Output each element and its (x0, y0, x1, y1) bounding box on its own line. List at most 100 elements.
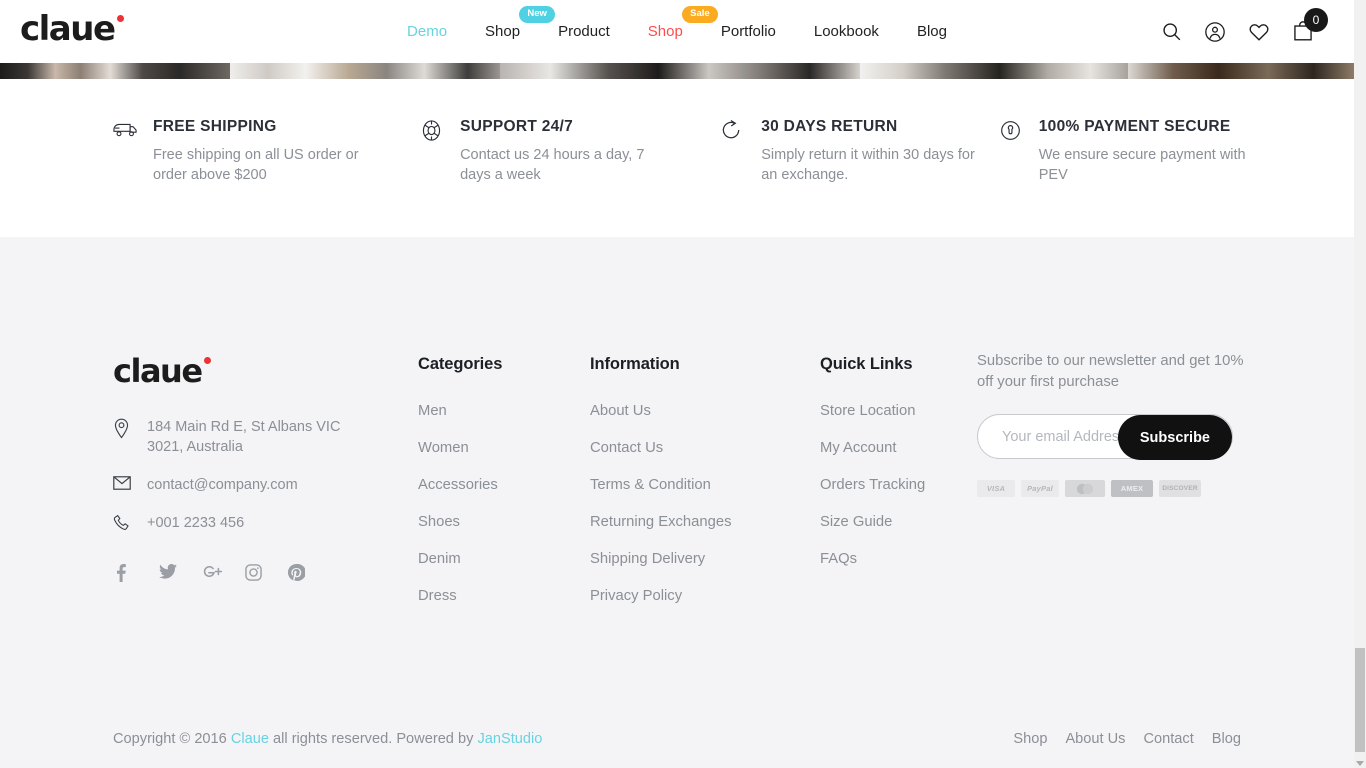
account-icon[interactable] (1202, 19, 1228, 45)
nav-item-lookbook[interactable]: Lookbook (795, 0, 898, 63)
footer-column-title: Quick Links (820, 355, 913, 373)
scrollbar-thumb[interactable] (1355, 648, 1365, 752)
amex-icon: AMEX (1111, 480, 1153, 497)
nav-label: Portfolio (720, 23, 776, 40)
copyright-author-link[interactable]: JanStudio (477, 731, 542, 747)
bottom-link-about-us[interactable]: About Us (1065, 731, 1125, 747)
feature-title: 30 DAYS RETURN (761, 118, 898, 135)
footer-link-denim[interactable]: Denim (418, 551, 502, 567)
nav-item-blog[interactable]: Blog (898, 0, 966, 63)
nav-item-demo[interactable]: Demo (388, 0, 466, 63)
footer-link-privacy-policy[interactable]: Privacy Policy (590, 588, 731, 604)
footer-top: claue 184 Main Rd E, St Albans VIC 3021,… (0, 237, 1354, 604)
feature-support: SUPPORT 24/7 Contact us 24 hours a day, … (420, 100, 721, 237)
main-navigation: Demo Shop New Product Shop Sale Portfoli… (0, 0, 1354, 63)
feature-text-block: 30 DAYS RETURN Simply return it within 3… (761, 100, 976, 185)
footer-bottom-bar: Copyright © 2016 Claue all rights reserv… (0, 710, 1354, 768)
shipping-truck-icon (113, 119, 139, 144)
footer-link-about-us[interactable]: About Us (590, 403, 731, 419)
mastercard-circles (1076, 483, 1094, 494)
footer-link-dress[interactable]: Dress (418, 588, 502, 604)
nav-item-shop-new[interactable]: Shop New (466, 0, 555, 63)
nav-label: Shop (647, 23, 683, 40)
bottom-link-contact[interactable]: Contact (1143, 731, 1193, 747)
footer-logo-text: claue (113, 352, 203, 390)
feature-text-block: FREE SHIPPING Free shipping on all US or… (153, 100, 368, 185)
contact-address: 184 Main Rd E, St Albans VIC 3021, Austr… (113, 417, 393, 457)
footer-link-terms[interactable]: Terms & Condition (590, 477, 731, 493)
nav-label: Lookbook (813, 23, 879, 40)
phone-text: +001 2233 456 (147, 515, 245, 531)
feature-description: Simply return it within 30 days for an e… (761, 147, 975, 183)
feature-description: Contact us 24 hours a day, 7 days a week (460, 147, 645, 183)
nav-item-product[interactable]: Product (539, 0, 629, 63)
bottom-link-blog[interactable]: Blog (1212, 731, 1241, 747)
visa-icon: VISA (977, 480, 1015, 497)
footer-logo[interactable]: claue (113, 355, 393, 387)
nav-label: Demo (407, 23, 448, 40)
footer-link-shoes[interactable]: Shoes (418, 514, 502, 530)
newsletter-email-input[interactable] (978, 428, 1128, 445)
address-text: 184 Main Rd E, St Albans VIC 3021, Austr… (147, 419, 341, 455)
newsletter-description: Subscribe to our newsletter and get 10% … (977, 353, 1244, 390)
footer-link-faqs[interactable]: FAQs (820, 551, 925, 567)
subscribe-button[interactable]: Subscribe (1117, 415, 1232, 460)
location-pin-icon (113, 418, 135, 444)
footer-link-contact-us[interactable]: Contact Us (590, 440, 731, 456)
pinterest-icon[interactable] (287, 563, 306, 582)
social-links (113, 563, 393, 582)
twitter-icon[interactable] (159, 564, 177, 582)
footer-brand-column: claue 184 Main Rd E, St Albans VIC 3021,… (113, 355, 393, 582)
footer-link-size-guide[interactable]: Size Guide (820, 514, 925, 530)
footer-column-information: Information About Us Contact Us Terms & … (590, 355, 731, 625)
wishlist-icon[interactable] (1246, 19, 1272, 45)
contact-email[interactable]: contact@company.com (113, 475, 393, 495)
instagram-icon[interactable] (245, 564, 262, 582)
search-icon[interactable] (1158, 19, 1184, 45)
envelope-icon (113, 476, 135, 495)
footer-link-accessories[interactable]: Accessories (418, 477, 502, 493)
footer-link-men[interactable]: Men (418, 403, 502, 419)
newsletter-section: Subscribe to our newsletter and get 10% … (977, 351, 1247, 497)
service-features: FREE SHIPPING Free shipping on all US or… (0, 100, 1354, 237)
feature-text-block: SUPPORT 24/7 Contact us 24 hours a day, … (460, 100, 675, 185)
facebook-icon[interactable] (116, 564, 133, 582)
nav-label: Blog (916, 23, 947, 40)
header-icon-group: 0 (1158, 0, 1328, 63)
site-header: claue Demo Shop New Product Shop Sale Po… (0, 0, 1354, 63)
feature-free-shipping: FREE SHIPPING Free shipping on all US or… (113, 100, 420, 237)
feature-title: SUPPORT 24/7 (460, 118, 574, 135)
footer-column-title: Information (590, 355, 680, 373)
google-plus-icon[interactable] (202, 564, 223, 582)
contact-phone[interactable]: +001 2233 456 (113, 513, 393, 537)
footer-link-shipping-delivery[interactable]: Shipping Delivery (590, 551, 731, 567)
copyright-brand-link[interactable]: Claue (231, 731, 269, 747)
footer-bottom-links: Shop About Us Contact Blog (1013, 731, 1241, 747)
page-scrollbar[interactable] (1354, 0, 1366, 768)
footer-link-store-location[interactable]: Store Location (820, 403, 925, 419)
cart-count-badge: 0 (1304, 7, 1328, 32)
payment-lock-icon (999, 119, 1025, 147)
footer-logo-dot (203, 357, 211, 364)
feature-text-block: 100% PAYMENT SECURE We ensure secure pay… (1039, 100, 1254, 185)
footer-link-returning-exchanges[interactable]: Returning Exchanges (590, 514, 731, 530)
nav-item-portfolio[interactable]: Portfolio (702, 0, 795, 63)
paypal-icon: PayPal (1021, 480, 1059, 497)
footer-link-women[interactable]: Women (418, 440, 502, 456)
nav-item-shop-sale[interactable]: Shop Sale (629, 0, 718, 63)
copyright-mid: all rights reserved. Powered by (268, 731, 478, 747)
footer-link-my-account[interactable]: My Account (820, 440, 925, 456)
feature-description: We ensure secure payment with PEV (1038, 147, 1246, 183)
return-arrow-icon (721, 119, 747, 147)
discover-icon: DISCOVER (1159, 480, 1201, 497)
feature-payment-secure: 100% PAYMENT SECURE We ensure secure pay… (999, 100, 1294, 237)
newsletter-form: Subscribe (977, 414, 1233, 460)
bottom-link-shop[interactable]: Shop (1013, 731, 1047, 747)
phone-icon (113, 514, 135, 537)
copyright-prefix: Copyright © 2016 (113, 731, 231, 747)
payment-methods: VISA PayPal AMEX DISCOVER (977, 480, 1247, 497)
cart-icon[interactable]: 0 (1290, 7, 1328, 45)
copyright-text: Copyright © 2016 Claue all rights reserv… (113, 731, 542, 747)
scrollbar-down-arrow-icon[interactable] (1356, 761, 1364, 766)
footer-link-orders-tracking[interactable]: Orders Tracking (820, 477, 925, 493)
